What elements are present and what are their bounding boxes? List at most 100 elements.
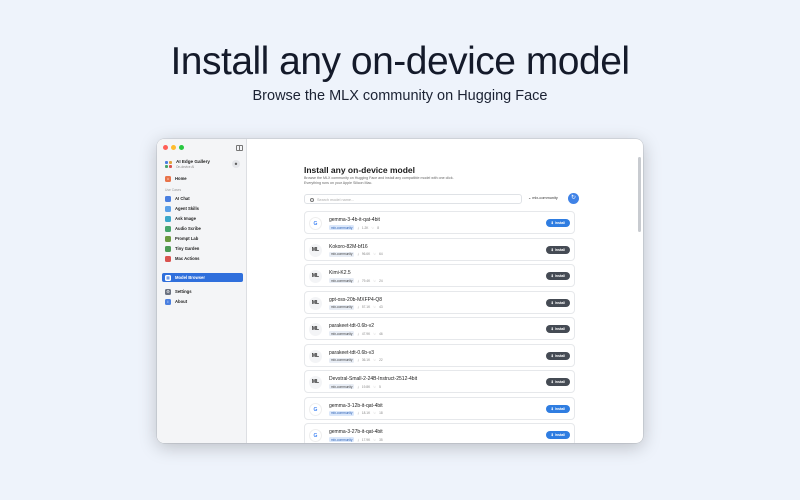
sidebar-item-ask-image[interactable]: Ask Image [162,214,243,223]
search-icon [310,198,314,202]
google-logo-icon: G [309,217,322,230]
download-icon: ⤓ [357,305,359,309]
app-name: AI Edge Gallery [176,159,210,164]
install-button[interactable]: ⬇ Install [546,298,570,307]
install-button[interactable]: ⬇ Install [546,245,570,254]
download-count: 19.8K [361,384,371,389]
download-count: 96.6K [361,252,371,256]
model-name: gemma-3-4b-it-qat-4bit [329,217,380,223]
sidebar-item-prompt-lab[interactable]: Prompt Lab [162,234,243,243]
sidebar-item-tiny-garden[interactable]: Tiny Garden [162,244,243,253]
model-name: Devstral-Small-2-24B-Instruct-2512-4bit [329,376,418,382]
sidebar-item-label: Mac Actions [175,256,200,261]
model-meta: mlx-community ⤓ 57.1K ♡ 43 [329,304,383,310]
install-button[interactable]: ⬇ Install [546,351,570,360]
section-label: Use Cases [165,188,182,192]
download-icon: ⤓ [357,384,359,389]
minimize-window-button[interactable] [171,145,176,150]
search-input[interactable] [317,196,517,204]
source-tag: mlx-community [329,410,355,416]
browser-icon: ▦ [165,274,171,281]
mlx-logo-icon: ML [309,349,322,363]
model-row[interactable]: ML Kokoro-82M-bf16 mlx-community ⤓ 96.6K… [304,237,575,261]
download-icon: ⤓ [357,278,359,283]
sidebar-item-ai-chat[interactable]: AI Chat [162,194,243,203]
model-meta: mlx-community ⤓ 96.6K ♡ 64 [329,251,383,257]
install-button[interactable]: ⬇ Install [546,272,570,280]
model-row[interactable]: ML Kimi-K2.5 mlx-community ⤓ 79.4K ♡ 24 … [304,264,575,287]
source-tag: mlx-community [329,384,355,389]
download-icon: ⤓ [357,252,359,256]
google-logo-icon: G [309,402,322,416]
model-name: gpt-oss-20b-MXFP4-Q8 [329,296,383,303]
install-button[interactable]: ⬇ Install [546,325,570,333]
heart-icon: ♡ [373,252,377,256]
profile-icon[interactable]: ☻ [232,160,240,168]
zoom-window-button[interactable] [179,145,184,150]
image-icon [165,215,171,222]
source-tag: mlx-community [329,437,355,442]
sidebar-item-model-browser[interactable]: ▦ Model Browser [162,273,243,282]
install-button[interactable]: ⬇ Install [546,378,570,386]
model-row[interactable]: G gemma-3-4b-it-qat-4bit mlx-community ⤓… [304,211,575,234]
sidebar-toggle-icon[interactable] [236,145,243,151]
sidebar-item-label: About [175,299,188,304]
heart-icon: ♡ [373,384,377,389]
model-name: gemma-3-12b-it-qat-4bit [329,402,383,409]
source-filter-dropdown[interactable]: ⌄ mlx-community [528,195,558,200]
mlx-logo-icon: ML [309,243,322,257]
source-tag: mlx-community [329,225,355,230]
sidebar-item-about[interactable]: i About [162,297,243,306]
audio-icon [165,225,171,232]
lab-icon [165,235,171,242]
install-button[interactable]: ⬇ Install [546,404,570,413]
model-meta: mlx-community ⤓ 17.9K ♡ 35 [329,437,383,442]
like-count: 24 [379,278,383,283]
model-row[interactable]: ML parakeet-tdt-0.6b-v2 mlx-community ⤓ … [304,317,575,340]
heart-icon: ♡ [373,358,377,362]
model-row[interactable]: G gemma-3-27b-it-qat-4bit mlx-community … [304,423,575,443]
sidebar-item-label: Model Browser [175,275,206,280]
mlx-logo-icon: ML [309,376,322,389]
filter-label: mlx-community [532,196,558,200]
search-field[interactable] [304,194,522,204]
sidebar-item-settings[interactable]: ⚙ Settings [162,287,243,296]
like-count: 64 [379,252,383,256]
install-button[interactable]: ⬇ Install [546,431,570,439]
download-count: 1.2K [361,225,369,230]
model-meta: mlx-community ⤓ 36.1K ♡ 22 [329,357,383,363]
app-window: AI Edge Gallery On-device AI ☻ ⌂ Home Us… [157,139,643,443]
heart-icon: ♡ [371,225,375,230]
model-row[interactable]: ML gpt-oss-20b-MXFP4-Q8 mlx-community ⤓ … [304,290,575,314]
chat-icon [165,195,171,202]
sidebar-item-audio-scribe[interactable]: Audio Scribe [162,224,243,233]
refresh-button[interactable]: ↻ [568,193,579,204]
download-count: 17.9K [361,437,371,442]
mlx-logo-icon: ML [309,270,322,283]
skills-icon [165,205,171,212]
sidebar-item-agent-skills[interactable]: Agent Skills [162,204,243,213]
garden-icon [165,245,171,252]
close-window-button[interactable] [163,145,168,150]
model-name: Kimi-K2.5 [329,270,351,276]
model-row[interactable]: ML Devstral-Small-2-24B-Instruct-2512-4b… [304,370,575,393]
model-row[interactable]: ML parakeet-tdt-0.6b-v3 mlx-community ⤓ … [304,343,575,367]
install-button[interactable]: ⬇ Install [546,219,570,227]
like-count: 35 [379,437,383,442]
model-name: parakeet-tdt-0.6b-v3 [329,349,375,356]
sidebar-item-label: Agent Skills [175,206,199,211]
app-header: AI Edge Gallery On-device AI ☻ [165,159,240,173]
scrollbar[interactable] [638,157,641,232]
mlx-logo-icon: ML [309,296,322,310]
model-meta: mlx-community ⤓ 19.8K ♡ 5 [329,384,381,389]
sidebar-item-label: Home [175,176,187,181]
hero-title: Install any on-device model [170,40,630,83]
sidebar-item-label: Tiny Garden [175,246,200,251]
sidebar-item-home[interactable]: ⌂ Home [162,174,243,183]
download-count: 36.1K [361,358,371,362]
model-row[interactable]: G gemma-3-12b-it-qat-4bit mlx-community … [304,396,575,420]
heart-icon: ♡ [373,278,377,283]
sidebar-item-mac-actions[interactable]: Mac Actions [162,254,243,263]
page-title: Install any on-device model [304,165,416,175]
sidebar-item-label: AI Chat [175,196,190,201]
